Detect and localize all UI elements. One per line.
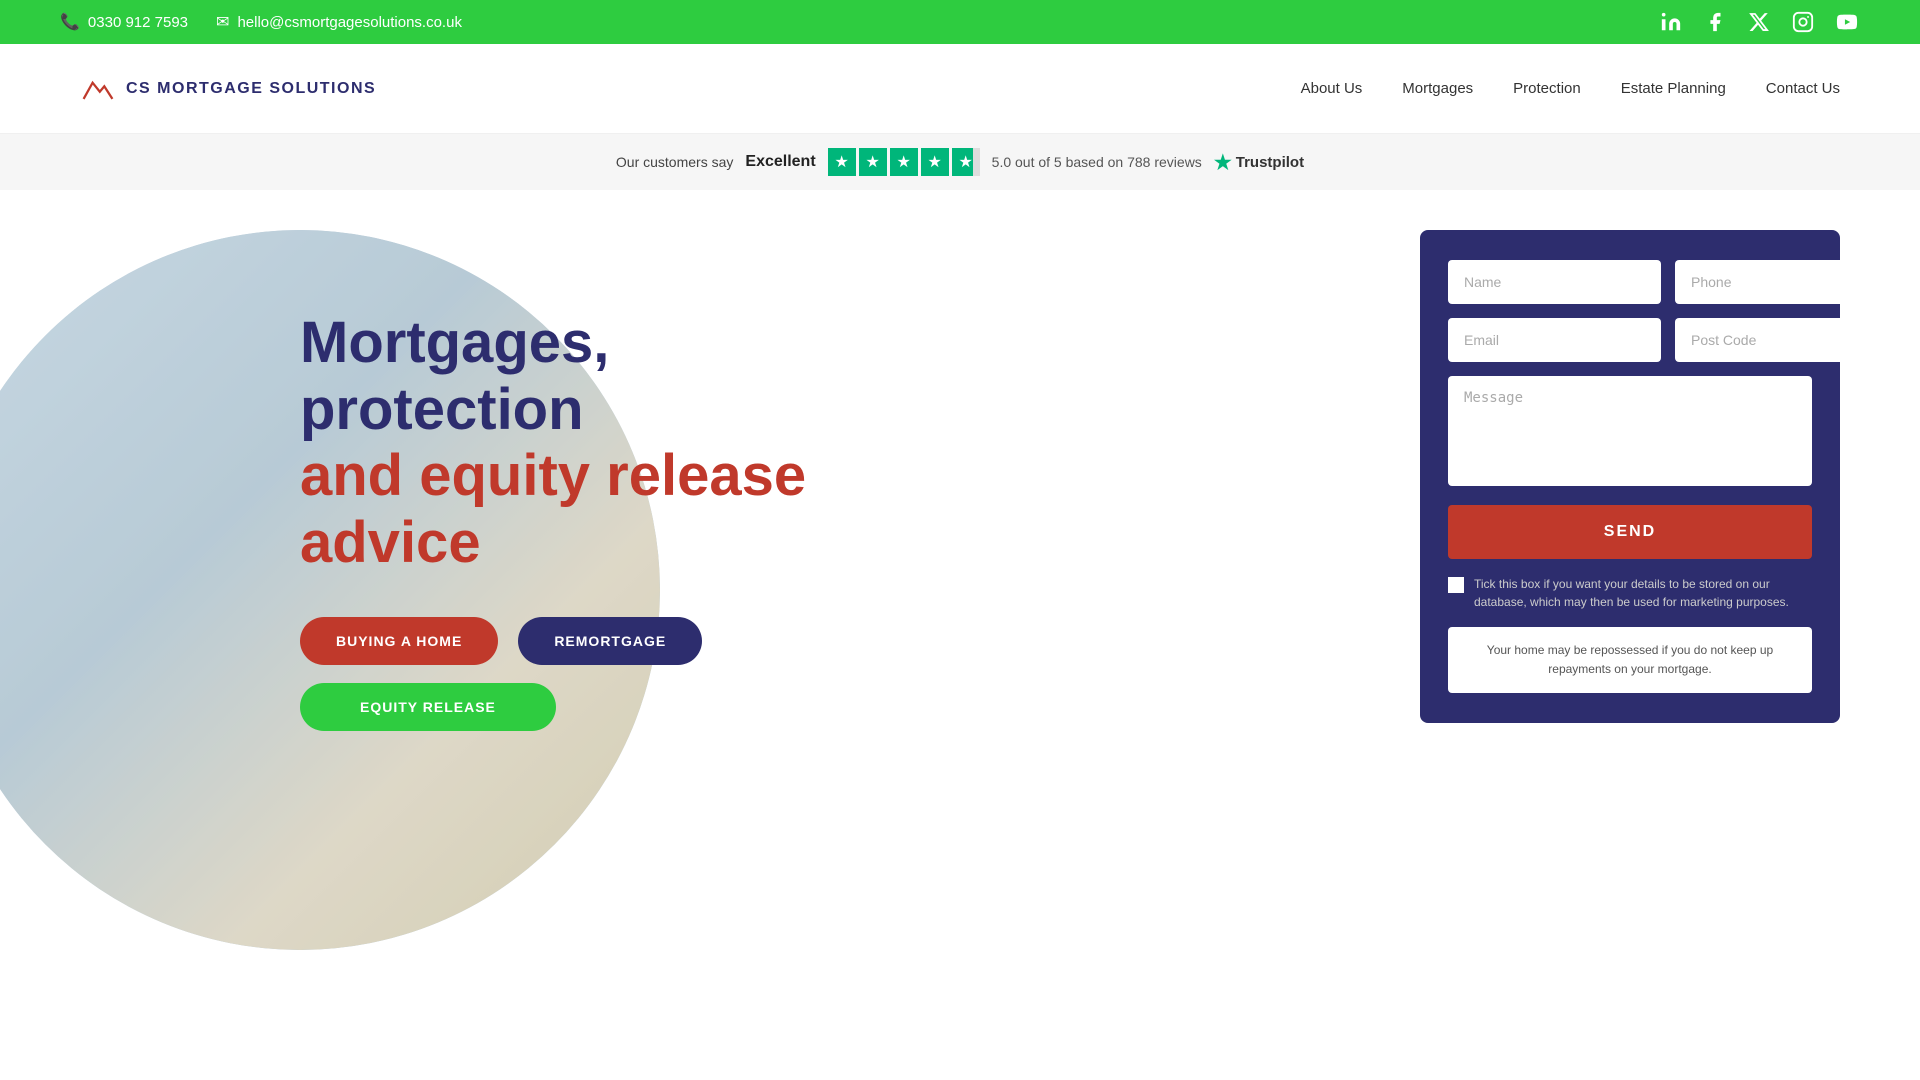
postcode-input[interactable]	[1675, 318, 1888, 362]
instagram-icon[interactable]	[1790, 9, 1816, 35]
logo-text: CS MORTGAGE SOLUTIONS	[126, 80, 376, 98]
hero-buttons: BUYING A HOME REMORTGAGE EQUITY RELEASE	[300, 617, 806, 731]
email-link[interactable]: ✉ hello@csmortgagesolutions.co.uk	[216, 12, 462, 32]
hero-title-line2: protection	[300, 377, 584, 442]
facebook-icon[interactable]	[1702, 9, 1728, 35]
star-4: ★	[921, 148, 949, 176]
top-bar: 📞 0330 912 7593 ✉ hello@csmortgagesoluti…	[0, 0, 1920, 44]
phone-number: 0330 912 7593	[88, 14, 188, 31]
form-row-2	[1448, 318, 1812, 362]
logo[interactable]: CS MORTGAGE SOLUTIONS	[80, 75, 376, 103]
hero-section: Mortgages, protection and equity release…	[0, 190, 1920, 1010]
social-links	[1658, 9, 1860, 35]
trustpilot-prefix: Our customers say	[616, 154, 733, 170]
hero-title: Mortgages, protection and equity release…	[300, 310, 806, 577]
trustpilot-stars: ★ ★ ★ ★ ★	[828, 148, 980, 176]
nav-links: About Us Mortgages Protection Estate Pla…	[1301, 80, 1840, 97]
form-row-1	[1448, 260, 1812, 304]
checkbox-row: Tick this box if you want your details t…	[1448, 575, 1812, 611]
nav-contact-us[interactable]: Contact Us	[1766, 80, 1840, 97]
trustpilot-bar: Our customers say Excellent ★ ★ ★ ★ ★ 5.…	[0, 134, 1920, 190]
trustpilot-score: 5.0 out of 5 based on 788 reviews	[992, 154, 1202, 170]
email-address: hello@csmortgagesolutions.co.uk	[237, 14, 462, 31]
nav-about-us[interactable]: About Us	[1301, 80, 1363, 97]
phone-link[interactable]: 📞 0330 912 7593	[60, 12, 188, 32]
nav-mortgages[interactable]: Mortgages	[1402, 80, 1473, 97]
phone-icon: 📞	[60, 12, 80, 32]
trustpilot-brand: ★ Trustpilot	[1214, 150, 1304, 175]
marketing-checkbox[interactable]	[1448, 577, 1464, 593]
name-input[interactable]	[1448, 260, 1661, 304]
hero-content: Mortgages, protection and equity release…	[300, 310, 806, 731]
remortgage-button[interactable]: REMORTGAGE	[518, 617, 702, 665]
trustpilot-tp-star: ★	[1214, 150, 1232, 175]
linkedin-icon[interactable]	[1658, 9, 1684, 35]
top-bar-contacts: 📞 0330 912 7593 ✉ hello@csmortgagesoluti…	[60, 12, 462, 32]
email-icon: ✉	[216, 12, 229, 32]
star-5: ★	[952, 148, 980, 176]
hero-buttons-row1: BUYING A HOME REMORTGAGE	[300, 617, 702, 665]
trustpilot-rating-word: Excellent	[745, 153, 815, 171]
contact-form: SEND Tick this box if you want your deta…	[1420, 230, 1840, 723]
navbar: CS MORTGAGE SOLUTIONS About Us Mortgages…	[0, 44, 1920, 134]
hero-title-line1: Mortgages,	[300, 310, 609, 375]
star-1: ★	[828, 148, 856, 176]
checkbox-label: Tick this box if you want your details t…	[1474, 575, 1812, 611]
twitter-x-icon[interactable]	[1746, 9, 1772, 35]
star-2: ★	[859, 148, 887, 176]
hero-title-line3: and equity release	[300, 443, 806, 508]
nav-protection[interactable]: Protection	[1513, 80, 1581, 97]
buying-a-home-button[interactable]: BUYING A HOME	[300, 617, 498, 665]
youtube-icon[interactable]	[1834, 9, 1860, 35]
form-disclaimer: Your home may be repossessed if you do n…	[1448, 627, 1812, 693]
star-3: ★	[890, 148, 918, 176]
nav-estate-planning[interactable]: Estate Planning	[1621, 80, 1726, 97]
email-input[interactable]	[1448, 318, 1661, 362]
send-button[interactable]: SEND	[1448, 505, 1812, 559]
logo-mountain-icon	[80, 75, 116, 103]
phone-input[interactable]	[1675, 260, 1888, 304]
equity-release-button[interactable]: EQUITY RELEASE	[300, 683, 556, 731]
hero-title-line4: advice	[300, 510, 481, 575]
message-input[interactable]	[1448, 376, 1812, 486]
